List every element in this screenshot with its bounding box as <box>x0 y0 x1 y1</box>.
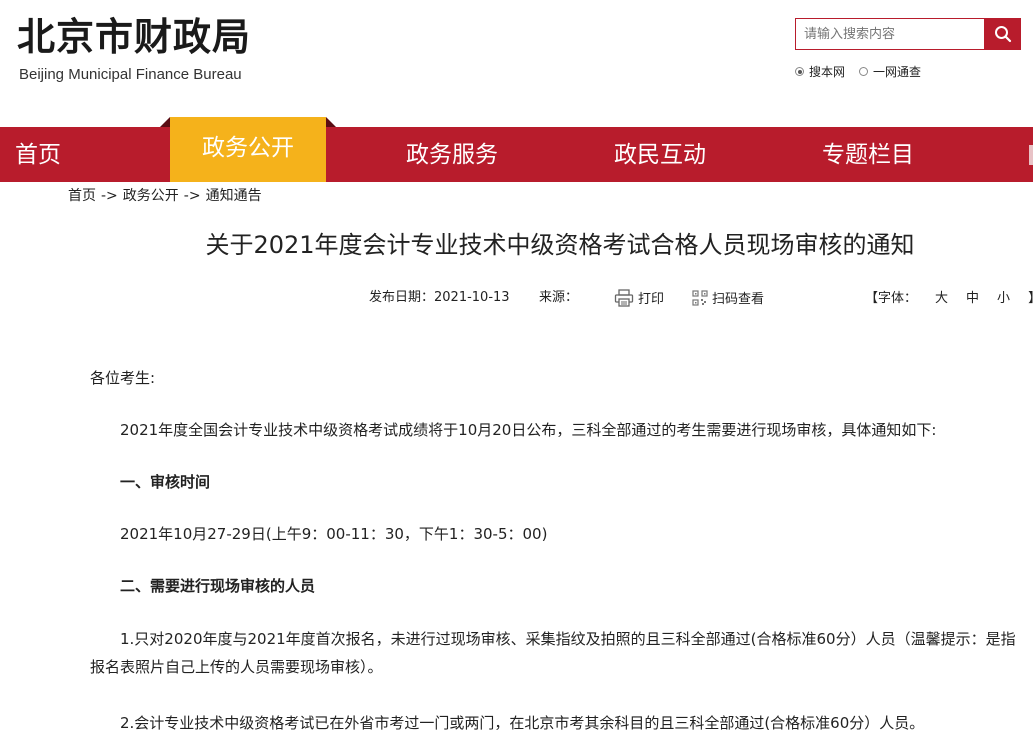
search-box <box>795 18 1021 50</box>
scope-site-radio[interactable]: 搜本网 <box>795 63 845 80</box>
section-heading-time: 一、审核时间 <box>120 473 211 491</box>
nav-gov-affairs[interactable]: 政务公开 <box>170 117 326 182</box>
search-scope: 搜本网 一网通查 <box>795 63 935 80</box>
breadcrumb-home[interactable]: 首页 <box>68 188 96 204</box>
active-tab-fold-right <box>326 117 336 127</box>
radio-unchecked-icon <box>859 67 869 76</box>
review-time: 2021年10月27-29日(上午9：00-11：30，下午1：30-5：00) <box>120 525 548 543</box>
item-2: 2.会计专业技术中级资格考试已在外省市考过一门或两门，在北京市考其余科目的且三科… <box>120 714 925 732</box>
scope-gov-radio[interactable]: 一网通查 <box>859 63 921 80</box>
font-medium-button[interactable]: 中 <box>966 290 979 308</box>
site-logo-english: Beijing Municipal Finance Bureau <box>19 66 242 83</box>
radio-checked-icon <box>795 67 804 76</box>
breadcrumb-gov-affairs[interactable]: 政务公开 <box>123 188 179 204</box>
font-small-button[interactable]: 小 <box>997 290 1010 308</box>
qr-code-icon <box>692 289 708 306</box>
source-label: 来源： <box>539 290 579 305</box>
font-size-close-bracket: 】 <box>1028 290 1033 308</box>
section-heading-people: 二、需要进行现场审核的人员 <box>120 577 316 595</box>
publish-date-label: 发布日期： <box>369 290 435 305</box>
qr-code-label: 扫码查看 <box>712 292 765 307</box>
print-button[interactable]: 打印 <box>614 288 664 307</box>
nav-interaction[interactable]: 政民互动 <box>614 127 706 182</box>
publish-date: 发布日期：2021-10-13 <box>369 289 510 307</box>
print-label: 打印 <box>638 292 665 307</box>
item-1: 1.只对2020年度与2021年度首次报名，未进行过现场审核、采集指纹及拍照的且… <box>90 630 1016 676</box>
scope-site-label: 搜本网 <box>809 65 846 79</box>
search-input[interactable] <box>796 19 984 49</box>
nav-scroll-edge <box>1029 145 1033 165</box>
site-logo-chinese[interactable]: 北京市财政局 <box>17 14 251 60</box>
nav-gov-services[interactable]: 政务服务 <box>406 127 498 182</box>
breadcrumb-separator: -> <box>183 188 201 204</box>
publish-date-value: 2021-10-13 <box>434 290 510 305</box>
search-icon <box>994 26 1011 43</box>
qr-code-button[interactable]: 扫码查看 <box>692 288 764 307</box>
search-button[interactable] <box>984 18 1021 50</box>
nav-special-topics[interactable]: 专题栏目 <box>822 127 914 182</box>
active-tab-fold-left <box>160 117 170 127</box>
article-title: 关于2021年度会计专业技术中级资格考试合格人员现场审核的通知 <box>205 231 915 259</box>
font-size-control: 【字体： 大中小】 <box>865 290 1033 308</box>
printer-icon <box>614 288 634 307</box>
nav-home[interactable]: 首页 <box>15 127 61 182</box>
font-large-button[interactable]: 大 <box>935 290 948 308</box>
greeting: 各位考生: <box>90 369 156 387</box>
breadcrumb-separator: -> <box>101 188 118 204</box>
font-size-label: 【字体： <box>865 291 918 306</box>
scope-gov-label: 一网通查 <box>873 65 922 79</box>
nav-gov-affairs-label: 政务公开 <box>202 135 294 161</box>
main-nav: 首页 政务公开 政务服务 政民互动 专题栏目 <box>0 117 1033 182</box>
intro-paragraph: 2021年度全国会计专业技术中级资格考试成绩将于10月20日公布，三科全部通过的… <box>120 421 937 439</box>
breadcrumb: 首页 -> 政务公开 -> 通知通告 <box>68 186 262 206</box>
breadcrumb-notices[interactable]: 通知通告 <box>206 188 262 204</box>
